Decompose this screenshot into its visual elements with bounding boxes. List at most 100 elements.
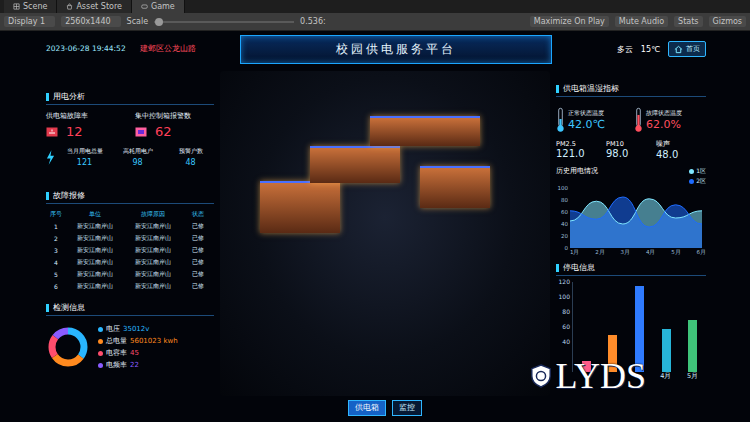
alarm-label: 供电箱故障率 [46, 111, 125, 121]
monitoring-item: 电压35012v [98, 324, 178, 334]
table-row[interactable]: 6新安江南岸山新安江南岸山已修 [46, 280, 214, 292]
table-row[interactable]: 1新安江南岸山新安江南岸山已修 [46, 220, 214, 232]
air-stat: 噪声48.0 [656, 140, 706, 167]
usage-stats: 当月用电总量121高耗用电户98预警户数48 [46, 147, 214, 167]
y-tick: 80 [561, 196, 568, 204]
platform-title: 校园供电服务平台 [240, 35, 552, 64]
y-tick: 100 [558, 184, 569, 192]
display-dropdown[interactable]: Display 1 [4, 16, 55, 27]
shield-logo-icon [530, 364, 552, 388]
x-label: 4月 [652, 372, 679, 381]
usage-stat: 高耗用电户98 [114, 147, 161, 167]
bottom-tab[interactable]: 监控 [392, 400, 422, 416]
table-cell: 已修 [182, 234, 214, 243]
watermark: LYDS [530, 358, 646, 394]
table-cell: 5 [46, 271, 66, 278]
y-tick: 0 [565, 244, 569, 252]
monitoring-value: 22 [130, 361, 139, 369]
alarm-stats: 供电箱故障率12 集中控制箱报警数 62 [46, 111, 214, 139]
table-cell: 1 [46, 223, 66, 230]
scale-thumb[interactable] [155, 18, 163, 26]
editor-tab[interactable]: Asset Store [57, 0, 132, 13]
toolbar-toggle-button[interactable]: Stats [674, 16, 702, 27]
legend-dot [689, 169, 694, 174]
lightning-icon [46, 150, 55, 165]
donut-segment [52, 331, 84, 363]
monitoring-label: 电压 [106, 324, 120, 334]
scale-track [154, 21, 294, 23]
y-tick: 80 [562, 308, 570, 316]
temperature-label: 故障状态温度 [646, 109, 682, 118]
scale-label: Scale [127, 17, 149, 26]
game-pad-icon [141, 3, 148, 10]
bottom-tab[interactable]: 供电箱 [348, 400, 386, 416]
table-cell: 新安江南岸山 [124, 282, 182, 291]
monitoring-label: 电频率 [106, 360, 127, 370]
campus-3d-scene[interactable] [220, 71, 550, 396]
monitoring-label: 总电量 [106, 336, 127, 346]
building [370, 116, 480, 146]
series-area [570, 197, 702, 248]
editor-tab-label: Scene [23, 2, 47, 11]
legend-dot [98, 363, 103, 368]
monitoring-section: 检测信息电压35012v总电量5601023 kwh电容率45电频率22 [46, 302, 214, 370]
monitoring-item: 电频率22 [98, 360, 178, 370]
table-cell: 新安江南岸山 [124, 246, 182, 255]
editor-tab-label: Asset Store [76, 2, 122, 11]
table-row[interactable]: 5新安江南岸山新安江南岸山已修 [46, 268, 214, 280]
table-header: 序号单位故障原因状态 [46, 208, 214, 220]
alarm-label: 集中控制箱报警数 [135, 111, 214, 121]
building [260, 181, 340, 233]
watermark-text: LYDS [556, 358, 646, 394]
y-tick: 100 [559, 293, 570, 301]
y-tick: 120 [559, 278, 570, 286]
y-axis: 100806040200 [556, 188, 570, 248]
alarm-value: 62 [155, 124, 172, 139]
table-cell: 新安江南岸山 [66, 234, 124, 243]
x-label: 6月 [696, 249, 706, 256]
scale-slider[interactable] [154, 18, 294, 26]
editor-tab-label: Game [151, 2, 175, 11]
monitoring-value: 45 [130, 349, 139, 357]
air-value: 48.0 [656, 149, 706, 160]
thermometer-icon [556, 107, 565, 133]
section-title: 故障报修 [46, 190, 214, 204]
temperature-stat: 正常状态温度42.0℃ [556, 103, 628, 137]
power-analysis-section: 用电分析供电箱故障率12集中控制箱报警数62当月用电总量121高耗用电户98预警… [46, 91, 214, 190]
table-cell: 4 [46, 259, 66, 266]
resolution-dropdown[interactable]: 2560x1440 [61, 16, 120, 27]
unity-editor: Scene Asset Store Game Display 1 2560x1440 Sc… [0, 0, 750, 422]
store-bag-icon [66, 3, 73, 10]
stat-label: 当月用电总量 [61, 147, 108, 156]
toolbar-toggle-button[interactable]: Mute Audio [615, 16, 668, 27]
donut-segment [52, 331, 84, 363]
editor-tab[interactable]: Game [132, 0, 185, 13]
building [310, 146, 400, 183]
stat-label: 高耗用电户 [114, 147, 161, 156]
table-row[interactable]: 2新安江南岸山新安江南岸山已修 [46, 232, 214, 244]
legend-item: 1区 [689, 167, 706, 176]
alarm-stat: 供电箱故障率12 [46, 111, 125, 139]
control-box-icon [135, 127, 147, 137]
home-button[interactable]: 首页 [668, 41, 706, 57]
temperature-label: 正常状态温度 [568, 109, 605, 118]
usage-stat: 预警户数48 [167, 147, 214, 167]
table-row[interactable]: 3新安江南岸山新安江南岸山已修 [46, 244, 214, 256]
x-label: 1月 [570, 249, 580, 256]
history-chart: 历史用电情况1区2区1008060402001月2月3月4月5月6月 [556, 167, 706, 256]
donut-segment [52, 331, 84, 363]
series-line [570, 197, 702, 227]
monitoring-label: 电容率 [106, 348, 127, 358]
editor-tab[interactable]: Scene [4, 0, 57, 13]
x-axis: 1月2月3月4月5月6月 [570, 249, 706, 256]
dashboard-header: 2023-06-28 19:44:52建邺区公龙山路校园供电服务平台多云15℃首… [0, 31, 750, 67]
chart-title: 历史用电情况 [556, 167, 598, 176]
editor-tab-bar: Scene Asset Store Game [0, 0, 750, 13]
left-panel: 用电分析供电箱故障率12集中控制箱报警数62当月用电总量121高耗用电户98预警… [46, 67, 214, 422]
table-cell: 已修 [182, 222, 214, 231]
x-label: 2月 [595, 249, 605, 256]
x-label: 3月 [621, 249, 631, 256]
table-row[interactable]: 4新安江南岸山新安江南岸山已修 [46, 256, 214, 268]
toolbar-toggle-button[interactable]: Maximize On Play [530, 16, 609, 27]
toolbar-toggle-button[interactable]: Gizmos [709, 16, 746, 27]
